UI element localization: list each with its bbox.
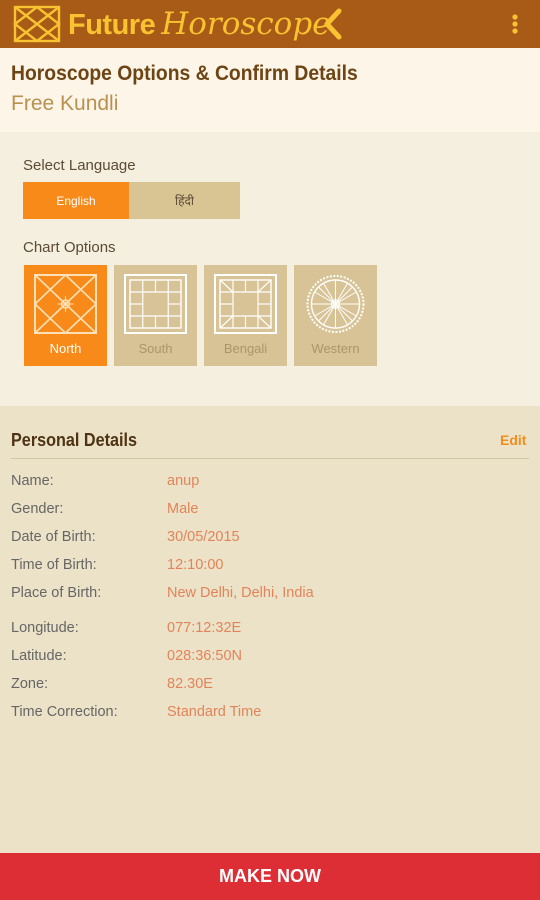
chart-options-label: Chart Options: [23, 239, 116, 256]
brand-second-word: Horoscope: [161, 6, 331, 42]
edit-link[interactable]: Edit: [500, 432, 526, 448]
language-selector: English हिंदी: [23, 182, 240, 219]
detail-value: 82.30E: [167, 676, 213, 692]
chart-option-label: Bengali: [223, 341, 268, 356]
detail-value: 12:10:00: [167, 557, 224, 573]
detail-label: Name:: [11, 473, 54, 489]
chart-style-selector: North South Bengali Western: [24, 265, 384, 366]
chart-option-label: South: [138, 341, 173, 356]
chart-option-label: North: [49, 341, 82, 356]
personal-details-section: Personal Details Edit Name: anup Gender:…: [0, 406, 540, 853]
detail-value: anup: [167, 473, 200, 489]
detail-label: Time of Birth:: [11, 557, 97, 573]
detail-value: 028:36:50N: [167, 648, 242, 664]
divider: [11, 458, 529, 459]
detail-label: Zone:: [11, 676, 49, 692]
chart-option-western[interactable]: Western: [294, 265, 377, 366]
app-header: Future Horoscope: [0, 0, 540, 48]
chevron-left-icon: [324, 8, 342, 40]
language-option-hindi[interactable]: हिंदी: [129, 182, 240, 219]
detail-value: Male: [167, 501, 199, 517]
detail-label: Longitude:: [11, 620, 79, 636]
horoscope-options: Select Language English हिंदी Chart Opti…: [0, 132, 540, 406]
detail-label: Latitude:: [11, 648, 67, 664]
detail-value: 30/05/2015: [167, 529, 240, 545]
detail-label: Place of Birth:: [11, 585, 102, 601]
make-now-button[interactable]: MAKE NOW: [0, 853, 540, 900]
back-button[interactable]: [316, 6, 350, 42]
brand-first-word: Future: [68, 9, 156, 41]
south-chart-icon: [124, 274, 187, 334]
western-chart-icon: [306, 275, 365, 333]
overflow-menu-button[interactable]: [500, 8, 530, 40]
detail-value: New Delhi, Delhi, India: [167, 585, 314, 601]
detail-label: Gender:: [11, 501, 64, 517]
page-subtitle: Free Kundli: [11, 92, 119, 115]
detail-value: 077:12:32E: [167, 620, 242, 636]
north-chart-icon: [33, 273, 98, 335]
brand-name: Future Horoscope: [68, 4, 331, 44]
language-option-english[interactable]: English: [23, 182, 129, 219]
page-title-section: Horoscope Options & Confirm Details Free…: [0, 48, 540, 132]
more-vertical-icon: [512, 14, 518, 34]
detail-value: Standard Time: [167, 704, 262, 720]
select-language-label: Select Language: [23, 157, 136, 174]
bengali-chart-icon: [214, 274, 277, 334]
logo-icon: [13, 5, 61, 43]
detail-label: Time Correction:: [11, 704, 118, 720]
page-title: Horoscope Options & Confirm Details: [11, 62, 358, 85]
detail-label: Date of Birth:: [11, 529, 96, 545]
chart-option-north[interactable]: North: [24, 265, 107, 366]
chart-option-south[interactable]: South: [114, 265, 197, 366]
chart-option-bengali[interactable]: Bengali: [204, 265, 287, 366]
chart-option-label: Western: [311, 341, 360, 356]
personal-details-title: Personal Details: [11, 430, 138, 450]
